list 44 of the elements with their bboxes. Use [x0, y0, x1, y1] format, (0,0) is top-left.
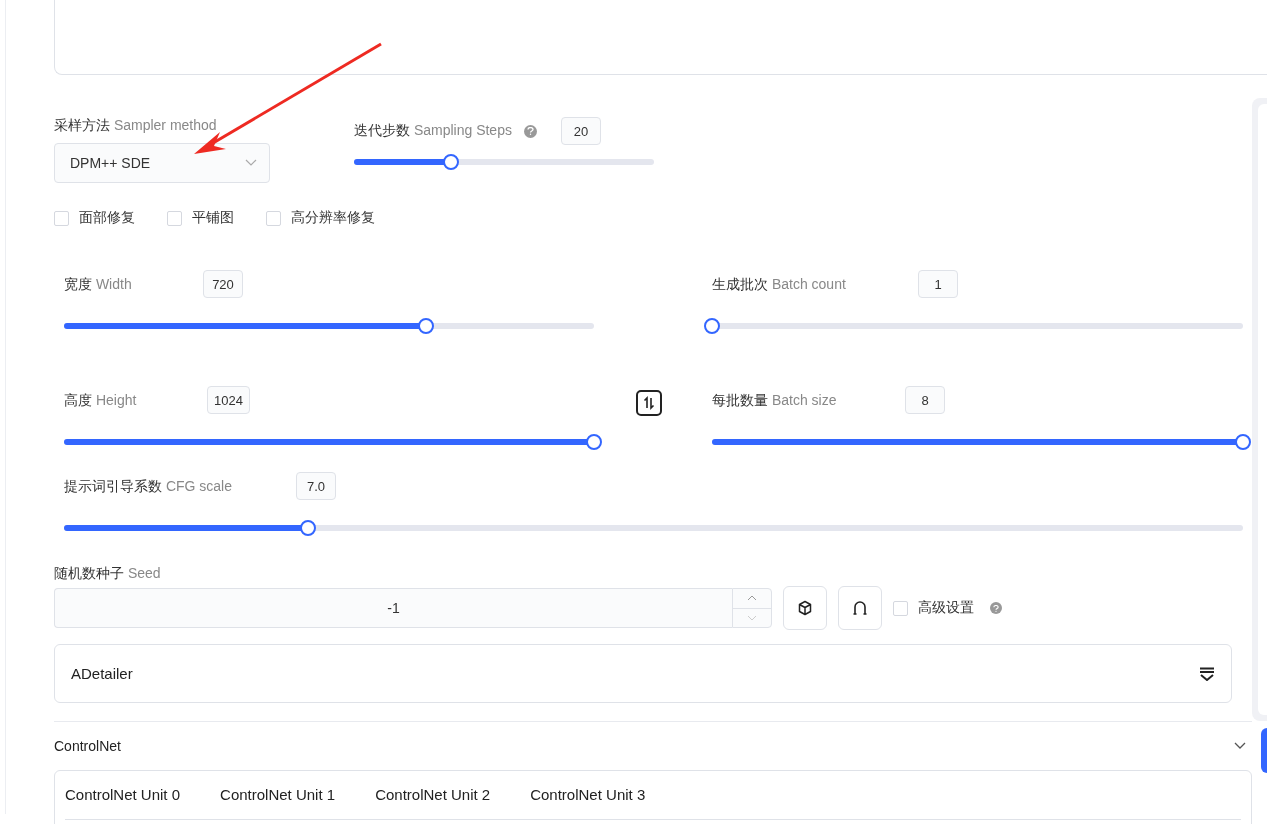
chevron-down-icon: [245, 159, 257, 167]
unit-tab[interactable]: ControlNet Unit 1: [220, 771, 336, 819]
checkbox[interactable]: [266, 210, 281, 226]
field-label: 迭代步数 Sampling Steps: [354, 122, 512, 140]
cube-icon: [797, 600, 813, 616]
sampler-dropdown[interactable]: DPM++ SDE: [54, 143, 270, 183]
collapse-icon: [1199, 666, 1215, 681]
number-field[interactable]: 7.0: [296, 472, 336, 500]
swap-button[interactable]: [636, 390, 662, 416]
number-field[interactable]: 8: [905, 386, 945, 414]
checkbox[interactable]: [54, 210, 69, 226]
field-label: 高度 Height: [64, 391, 137, 408]
controlnet-accordion[interactable]: ControlNet: [54, 722, 1252, 770]
checkbox-label: 面部修复: [79, 209, 135, 227]
chevron-up-icon: [747, 595, 757, 602]
random-seed-button[interactable]: [783, 586, 827, 630]
checkbox-label: 高分辨率修复: [291, 209, 375, 227]
checkbox-label: 高级设置: [918, 599, 974, 617]
unit-tab[interactable]: ControlNet Unit 0: [65, 771, 181, 819]
field-label: 随机数种子 Seed: [54, 565, 161, 581]
chevron-down-icon: [747, 614, 757, 621]
checkbox-label: 平铺图: [192, 209, 234, 227]
unit-tab[interactable]: ControlNet Unit 2: [375, 771, 491, 819]
checkbox[interactable]: [893, 600, 908, 616]
field-label: 宽度 Width: [64, 275, 132, 292]
magnet-icon: [852, 600, 868, 616]
panel-title: ADetailer: [71, 665, 133, 682]
checkbox[interactable]: [167, 210, 182, 226]
number-field[interactable]: 20: [560, 117, 601, 145]
side-tab[interactable]: [1261, 728, 1267, 773]
field-label: 生成批次 Batch count: [712, 275, 846, 292]
number-field[interactable]: 720: [203, 270, 243, 298]
help-icon: [990, 602, 1002, 614]
reuse-seed-button[interactable]: [838, 586, 882, 630]
seed-input[interactable]: -1: [54, 588, 732, 628]
adetailer-panel[interactable]: ADetailer: [54, 644, 1232, 703]
swap-arrows-icon: [643, 396, 655, 410]
number-field[interactable]: 1: [918, 270, 958, 298]
field-label: 采样方法 Sampler method: [54, 117, 218, 135]
number-field[interactable]: 1024: [207, 386, 250, 414]
field-label: 每批数量 Batch size: [712, 391, 837, 408]
field-label: 提示词引导系数 CFG scale: [64, 477, 232, 494]
unit-tab[interactable]: ControlNet Unit 3: [530, 771, 646, 819]
help-icon: [523, 124, 537, 138]
